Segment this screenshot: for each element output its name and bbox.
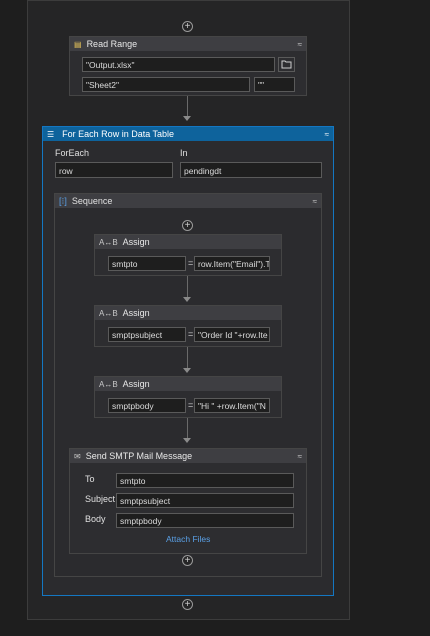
assign-title: Assign	[122, 237, 150, 247]
smtp-to-input[interactable]: smtpto	[116, 473, 294, 488]
assign-header[interactable]: A↔B Assign	[95, 235, 281, 249]
assign-to-input[interactable]: smtpto	[108, 256, 186, 271]
assign-value-input[interactable]: row.Item("Email").T	[194, 256, 270, 271]
smtp-subject-input[interactable]: smptpsubject	[116, 493, 294, 508]
assign-to-input[interactable]: smptpsubject	[108, 327, 186, 342]
connector-line	[187, 418, 188, 439]
for-each-title: For Each Row in Data Table	[62, 129, 175, 139]
collapse-icon[interactable]: ≈	[298, 40, 302, 49]
connector-line	[187, 276, 188, 298]
assign-header[interactable]: A↔B Assign	[95, 306, 281, 320]
connector-arrow	[183, 297, 191, 302]
connector-arrow	[183, 116, 191, 121]
foreach-item-input[interactable]: row	[55, 162, 173, 178]
smtp-body-input[interactable]: smptpbody	[116, 513, 294, 528]
sequence-header[interactable]: [⁝] Sequence ≈	[55, 194, 321, 208]
sheet-name-input[interactable]: "Sheet2"	[82, 77, 250, 92]
smtp-title: Send SMTP Mail Message	[85, 451, 193, 461]
connector-line	[187, 96, 188, 116]
assign-icon: A↔B	[99, 379, 118, 389]
smtp-header[interactable]: ✉ Send SMTP Mail Message ≈	[70, 449, 306, 463]
assign-title: Assign	[122, 379, 150, 389]
mail-icon: ✉	[74, 451, 81, 461]
in-label: In	[180, 148, 188, 158]
assign-equals: =	[188, 329, 194, 339]
assign-equals: =	[188, 400, 194, 410]
assign-to-input[interactable]: smptpbody	[108, 398, 186, 413]
for-each-header[interactable]: ☰ For Each Row in Data Table ≈	[43, 127, 333, 141]
foreach-label: ForEach	[55, 148, 90, 158]
smtp-body-label: Body	[85, 514, 106, 524]
assign-title: Assign	[122, 308, 150, 318]
read-range-title: Read Range	[86, 39, 138, 49]
add-activity-sequence-top[interactable]: +	[182, 220, 193, 231]
range-input[interactable]: ""	[254, 77, 295, 92]
add-activity-bottom[interactable]: +	[182, 599, 193, 610]
assign-icon: A↔B	[99, 308, 118, 318]
assign-equals: =	[188, 258, 194, 268]
read-range-header[interactable]: ▤ Read Range ≈	[70, 37, 306, 51]
add-activity-sequence-bottom[interactable]: +	[182, 555, 193, 566]
sequence-title: Sequence	[71, 196, 113, 206]
smtp-to-label: To	[85, 474, 95, 484]
workbook-path-input[interactable]: "Output.xlsx"	[82, 57, 275, 72]
excel-icon: ▤	[74, 39, 82, 49]
assign-value-input[interactable]: "Order Id "+row.Ite	[194, 327, 270, 342]
assign-icon: A↔B	[99, 237, 118, 247]
collapse-icon[interactable]: ≈	[313, 197, 317, 206]
add-activity-top[interactable]: +	[182, 21, 193, 32]
smtp-subject-label: Subject	[85, 494, 116, 504]
assign-value-input[interactable]: "Hi " +row.Item("N	[194, 398, 270, 413]
for-each-icon: ☰	[47, 129, 55, 139]
collapse-icon[interactable]: ≈	[325, 130, 329, 139]
folder-icon[interactable]	[278, 57, 295, 72]
assign-header[interactable]: A↔B Assign	[95, 377, 281, 391]
sequence-icon: [⁝]	[59, 195, 67, 206]
connector-line	[187, 347, 188, 369]
attach-files-link[interactable]: Attach Files	[166, 534, 210, 544]
connector-arrow	[183, 368, 191, 373]
collapse-icon[interactable]: ≈	[298, 452, 302, 461]
foreach-in-input[interactable]: pendingdt	[180, 162, 322, 178]
connector-arrow	[183, 438, 191, 443]
